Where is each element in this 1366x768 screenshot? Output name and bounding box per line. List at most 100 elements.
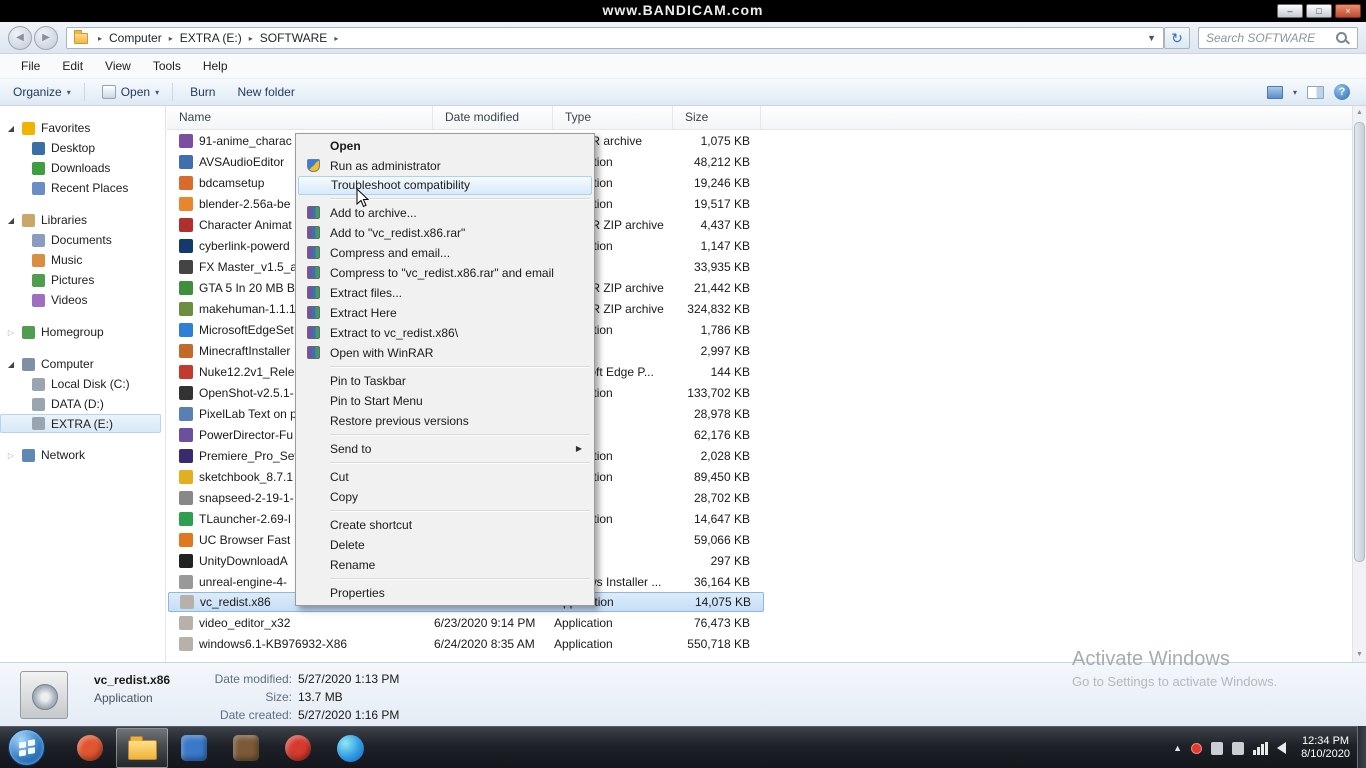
bandicam-watermark-bar: www.BANDICAM.com – □ × [0,0,1366,22]
scroll-up-icon[interactable]: ▲ [1353,106,1366,120]
search-input[interactable]: Search SOFTWARE [1198,27,1358,49]
expand-icon[interactable]: ▷ [6,451,16,460]
breadcrumb-item-computer[interactable]: Computer [109,31,162,45]
context-menu-item-pin-to-taskbar[interactable]: Pin to Taskbar [298,371,592,391]
column-header-size[interactable]: Size [673,106,761,129]
hidden-icons-arrow-icon[interactable]: ▲ [1173,743,1182,753]
collapse-icon[interactable]: ◢ [6,216,16,225]
context-menu-item-add-to-archive[interactable]: Add to archive... [298,203,592,223]
context-menu-item-add-to-vc-redist-x86-rar[interactable]: Add to "vc_redist.x86.rar" [298,223,592,243]
context-menu-item-delete[interactable]: Delete [298,535,592,555]
sidebar-header-network[interactable]: ▷ Network [0,445,165,465]
forward-button[interactable]: ▶ [34,26,58,50]
sidebar-item-pictures[interactable]: Pictures [0,270,161,290]
back-button[interactable]: ◀ [8,26,32,50]
open-button[interactable]: Open ▾ [93,81,168,103]
sidebar-item-data-d[interactable]: DATA (D:) [0,394,161,414]
context-menu-item-troubleshoot-compatibility[interactable]: Troubleshoot compatibility [298,176,592,195]
preview-pane-icon[interactable] [1307,85,1324,99]
taskbar-clock[interactable]: 12:34 PM 8/10/2020 [1301,735,1350,761]
context-menu-item-open[interactable]: Open [298,136,592,156]
collapse-icon[interactable]: ◢ [6,360,16,369]
context-menu-item-extract-files[interactable]: Extract files... [298,283,592,303]
context-menu-item-rename[interactable]: Rename [298,555,592,575]
context-menu-item-compress-to-vc-redist-x86-rar-and-email[interactable]: Compress to "vc_redist.x86.rar" and emai… [298,263,592,283]
collapse-icon[interactable]: ◢ [6,124,16,133]
sidebar-item-music[interactable]: Music [0,250,161,270]
context-menu-item-properties[interactable]: Properties [298,583,592,603]
restore-button[interactable]: □ [1306,4,1332,18]
file-name: bdcamsetup [199,175,265,190]
context-menu-item-compress-and-email[interactable]: Compress and email... [298,243,592,263]
sidebar-item-documents[interactable]: Documents [0,230,161,250]
sidebar-item-recent-places[interactable]: Recent Places [0,178,161,198]
column-header-date-modified[interactable]: Date modified [433,106,553,129]
column-header-type[interactable]: Type [553,106,673,129]
details-info: Date modified: 5/27/2020 1:13 PM Size: 1… [180,670,400,724]
menubar-item-edit[interactable]: Edit [51,56,94,76]
show-desktop-button[interactable] [1357,726,1366,768]
breadcrumb-item-extra-e[interactable]: EXTRA (E:) [180,31,242,45]
sidebar-header-libraries[interactable]: ◢ Libraries [0,210,165,230]
taskbar-icon-edge[interactable] [324,728,376,768]
sidebar-group-label: Libraries [41,213,88,227]
chevron-down-icon: ▾ [155,87,160,97]
scroll-down-icon[interactable]: ▼ [1353,648,1366,662]
context-menu-item-restore-previous-versions[interactable]: Restore previous versions [298,411,592,431]
expand-icon[interactable]: ▷ [6,328,16,337]
taskbar-icon-app-3[interactable] [220,728,272,768]
chevron-down-icon[interactable]: ▾ [1293,88,1297,97]
table-row[interactable]: video_editor_x32 6/23/2020 9:14 PM Applica… [168,612,764,633]
taskbar-icon-app-4[interactable] [272,728,324,768]
taskbar-icon-app-2[interactable] [168,728,220,768]
change-view-icon[interactable] [1266,85,1283,99]
context-menu-item-extract-to-vc-redist-x86[interactable]: Extract to vc_redist.x86\ [298,323,592,343]
sidebar-header-computer[interactable]: ◢ Computer [0,354,165,374]
sidebar-header-homegroup[interactable]: ▷ Homegroup [0,322,165,342]
context-menu-item-create-shortcut[interactable]: Create shortcut [298,515,592,535]
refresh-button[interactable]: ↻ [1164,27,1190,49]
breadcrumb[interactable]: ▸ Computer ▸ EXTRA (E:) ▸ SOFTWARE ▸ ▼ [66,27,1164,49]
address-dropdown-icon[interactable]: ▼ [1147,33,1156,43]
burn-button[interactable]: Burn [181,81,224,103]
menubar-item-file[interactable]: File [10,56,51,76]
sidebar-item-videos[interactable]: Videos [0,290,161,310]
tray-device-icon[interactable] [1232,741,1245,755]
context-menu-item-cut[interactable]: Cut [298,467,592,487]
sidebar-item-desktop[interactable]: Desktop [0,138,161,158]
vertical-scrollbar[interactable]: ▲ ▼ [1352,106,1366,662]
recording-indicator-icon[interactable] [1191,742,1203,754]
sidebar-item-extra-e[interactable]: EXTRA (E:) [0,414,161,433]
organize-button[interactable]: Organize ▾ [4,81,80,103]
context-menu-item-copy[interactable]: Copy [298,487,592,507]
taskbar-icon-app-1[interactable] [64,728,116,768]
start-button[interactable] [8,729,45,766]
menubar-item-tools[interactable]: Tools [142,56,192,76]
menubar-item-view[interactable]: View [94,56,142,76]
column-header-name[interactable]: Name [167,106,433,129]
breadcrumb-item-software[interactable]: SOFTWARE [260,31,328,45]
volume-icon[interactable] [1277,742,1287,754]
taskbar-icon-explorer[interactable] [116,728,168,768]
close-button[interactable]: × [1335,4,1361,18]
sidebar-item-local-disk-c[interactable]: Local Disk (C:) [0,374,161,394]
sidebar-group-icon [22,121,35,135]
context-menu-item-send-to[interactable]: Send to ▶ [298,439,592,459]
context-menu-item-pin-to-start-menu[interactable]: Pin to Start Menu [298,391,592,411]
winrar-icon [307,326,320,339]
network-icon[interactable] [1253,741,1269,755]
context-menu-item-run-as-administrator[interactable]: Run as administrator [298,156,592,176]
context-menu-item-open-with-winrar[interactable]: Open with WinRAR [298,343,592,363]
menu-item-label: Compress and email... [330,246,451,260]
sidebar-item-downloads[interactable]: Downloads [0,158,161,178]
sidebar-header-favorites[interactable]: ◢ Favorites [0,118,165,138]
edge-icon [336,734,364,762]
menubar-item-help[interactable]: Help [192,56,239,76]
scrollbar-thumb[interactable] [1354,122,1365,562]
minimize-button[interactable]: – [1277,4,1303,18]
tray-app-icon[interactable] [1211,741,1224,755]
new-folder-button[interactable]: New folder [228,81,303,103]
table-row[interactable]: windows6.1-KB976932-X86 6/24/2020 8:35 AM… [168,633,764,654]
context-menu-item-extract-here[interactable]: Extract Here [298,303,592,323]
help-icon[interactable]: ? [1334,84,1350,100]
